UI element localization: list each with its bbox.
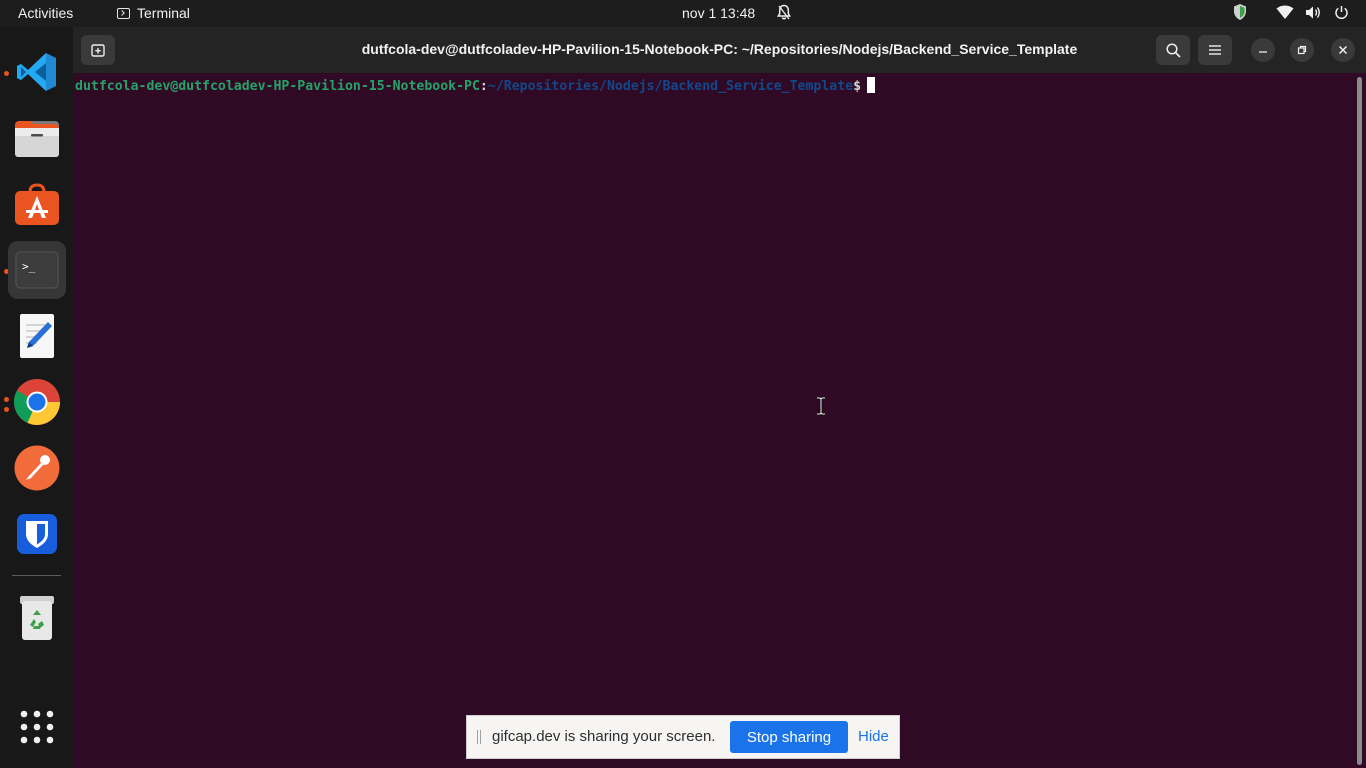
clock[interactable]: nov 1 13:48 — [682, 5, 755, 21]
vscode-icon — [17, 53, 56, 91]
dock-postman[interactable] — [8, 439, 66, 497]
wifi-icon[interactable] — [1276, 5, 1294, 20]
svg-text:>_: >_ — [22, 260, 36, 273]
menu-button[interactable] — [1198, 35, 1232, 65]
search-icon — [1165, 42, 1181, 58]
dock-text-editor[interactable] — [8, 307, 66, 365]
search-button[interactable] — [1156, 35, 1190, 65]
dock-vscode[interactable] — [8, 43, 66, 101]
dock-terminal[interactable]: >_ — [8, 241, 66, 299]
dock-chrome[interactable] — [8, 373, 66, 431]
prompt-path: ~/Repositories/Nodejs/Backend_Service_Te… — [487, 79, 854, 94]
close-icon — [1338, 45, 1348, 55]
screen-sharing-banner: gifcap.dev is sharing your screen. Stop … — [466, 715, 900, 759]
prompt-colon: : — [479, 79, 488, 94]
stop-sharing-button[interactable]: Stop sharing — [730, 721, 848, 753]
trash-icon — [20, 596, 54, 640]
minimize-button[interactable] — [1251, 38, 1275, 62]
app-menu-button[interactable]: Terminal — [117, 5, 190, 21]
terminal-window: dutfcola-dev@dutfcoladev-HP-Pavilion-15-… — [73, 27, 1366, 768]
hide-banner-button[interactable]: Hide — [858, 728, 889, 745]
postman-icon — [14, 445, 60, 491]
title-bar[interactable]: dutfcola-dev@dutfcoladev-HP-Pavilion-15-… — [73, 27, 1366, 73]
software-store-icon — [15, 183, 59, 225]
dock-files[interactable] — [8, 109, 66, 167]
show-applications-button[interactable] — [8, 698, 66, 756]
prompt-user: dutfcola-dev@dutfcoladev-HP-Pavilion-15-… — [75, 79, 480, 94]
hamburger-icon — [1209, 45, 1221, 55]
power-icon[interactable] — [1334, 5, 1349, 20]
bell-icon[interactable] — [777, 4, 791, 24]
scrollbar[interactable] — [1357, 77, 1362, 765]
activities-button[interactable]: Activities — [18, 5, 73, 21]
top-bar: Activities Terminal nov 1 13:48 — [0, 0, 1366, 27]
drag-handle-icon[interactable] — [477, 730, 481, 744]
prompt-dollar: $ — [853, 79, 862, 94]
minimize-icon — [1259, 51, 1267, 53]
maximize-button[interactable] — [1290, 38, 1314, 62]
sharing-message: gifcap.dev is sharing your screen. — [492, 728, 716, 745]
system-tray[interactable] — [1232, 3, 1366, 21]
dock-trash[interactable] — [8, 589, 66, 647]
text-editor-icon — [20, 314, 54, 358]
bitwarden-icon — [17, 514, 57, 554]
app-menu-label: Terminal — [137, 5, 190, 21]
app-grid-icon — [20, 710, 54, 744]
close-button[interactable] — [1331, 38, 1355, 62]
dock-separator — [12, 575, 61, 576]
terminal-output[interactable]: dutfcola-dev@dutfcoladev-HP-Pavilion-15-… — [75, 77, 876, 95]
volume-icon[interactable] — [1305, 5, 1322, 20]
mouse-ibeam-cursor-icon — [817, 397, 825, 415]
chrome-icon — [14, 379, 61, 425]
shield-icon[interactable] — [1232, 3, 1248, 21]
restore-icon — [1297, 45, 1307, 55]
terminal-icon — [117, 7, 130, 19]
dock-bitwarden[interactable] — [8, 505, 66, 563]
dock: >_ — [0, 27, 73, 768]
files-icon — [15, 121, 59, 157]
text-cursor — [867, 77, 876, 93]
terminal-app-icon: >_ — [15, 251, 59, 289]
dock-ubuntu-software[interactable] — [8, 175, 66, 233]
